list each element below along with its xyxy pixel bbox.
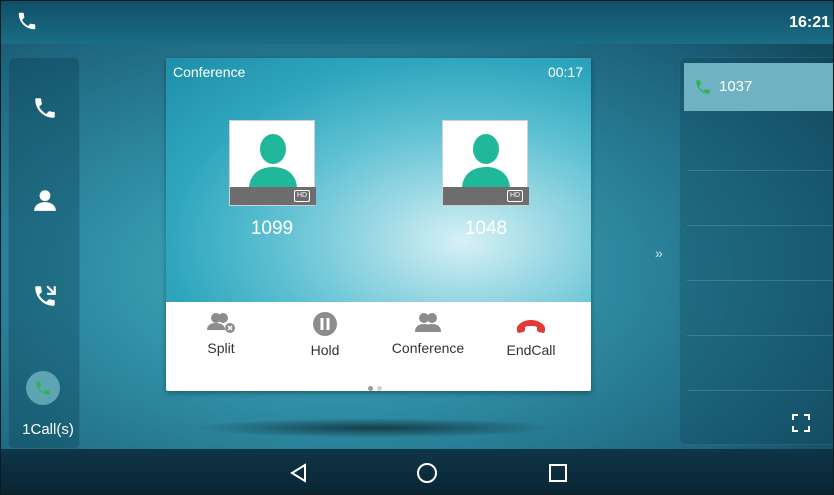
screen-frame [0, 0, 834, 495]
